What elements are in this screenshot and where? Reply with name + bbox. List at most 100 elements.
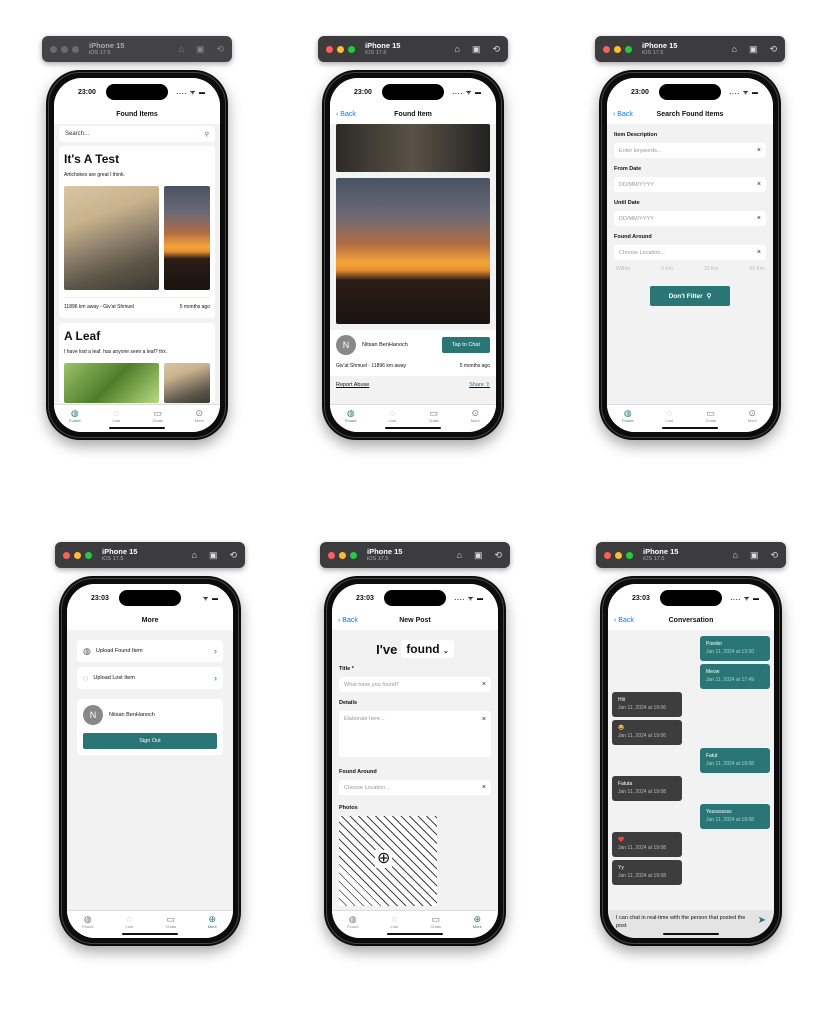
rotate-icon[interactable]: ⟲ bbox=[494, 550, 502, 561]
screenshot-icon[interactable]: ▣ bbox=[196, 44, 205, 55]
found-around-label: Found Around bbox=[614, 234, 652, 240]
back-button[interactable]: ‹ Back bbox=[614, 612, 634, 630]
tab-found[interactable]: ◍ Found bbox=[613, 408, 643, 432]
zoom-dot[interactable] bbox=[72, 45, 79, 53]
simulator-conversation: iPhone 15 iOS 17.5 ⌂ ▣ ⟲ 23:03 .... ᯤ ▬ ‹ Ba… bbox=[596, 542, 788, 952]
upload-lost-item-button[interactable]: ◌ Upload Lost Item › bbox=[77, 667, 223, 689]
home-icon[interactable]: ⌂ bbox=[455, 44, 460, 55]
rotate-icon[interactable]: ⟲ bbox=[216, 44, 224, 55]
close-dot[interactable] bbox=[603, 45, 610, 53]
tab-more[interactable]: ⊙ More bbox=[460, 408, 490, 432]
minimize-dot[interactable] bbox=[614, 45, 621, 53]
rotate-icon[interactable]: ⟲ bbox=[769, 44, 777, 55]
close-dot[interactable] bbox=[328, 551, 335, 559]
sign-out-button[interactable]: Sign Out bbox=[83, 733, 217, 749]
location-input[interactable]: Choose Location... × bbox=[339, 780, 491, 795]
minimize-dot[interactable] bbox=[74, 551, 81, 559]
avatar: N bbox=[336, 335, 356, 355]
close-dot[interactable] bbox=[604, 551, 611, 559]
tab-found[interactable]: ◍ Found bbox=[60, 408, 90, 432]
list-item[interactable]: It's A Test Artichokes are great I think… bbox=[59, 146, 215, 318]
post-type-select[interactable]: found ⌄ bbox=[401, 640, 454, 658]
tab-more[interactable]: ⊙ More bbox=[184, 408, 214, 432]
page-title: Search Found Items bbox=[656, 111, 724, 118]
clear-icon: × bbox=[756, 147, 761, 154]
tab-found[interactable]: ◍ Found bbox=[336, 408, 366, 432]
close-dot[interactable] bbox=[326, 45, 333, 53]
screenshot-icon[interactable]: ▣ bbox=[750, 550, 759, 561]
minimize-dot[interactable] bbox=[61, 45, 68, 53]
minimize-dot[interactable] bbox=[339, 551, 346, 559]
location-input[interactable]: Choose Location... × bbox=[614, 245, 766, 260]
status-icons: ᯤ ▬ bbox=[202, 596, 219, 602]
title-label: Title * bbox=[339, 666, 354, 672]
message-received: Hiii Jan 11, 2024 at 19:06 bbox=[612, 692, 682, 717]
item-photo bbox=[164, 186, 210, 290]
from-date-input[interactable]: DD/MM/YYYY × bbox=[614, 177, 766, 192]
page-title: Conversation bbox=[668, 617, 714, 624]
radius-selector[interactable]: Within 5 Km 15 Km 50 Km bbox=[616, 266, 764, 272]
tab-more[interactable]: ⊕ More bbox=[462, 914, 492, 938]
back-button[interactable]: ‹ Back bbox=[338, 612, 358, 630]
message-sent: Meow Jan 11, 2024 at 17:49 bbox=[700, 664, 770, 689]
zoom-dot[interactable] bbox=[626, 551, 633, 559]
screenshot-icon[interactable]: ▣ bbox=[474, 550, 483, 561]
message-input[interactable]: I can chat in real-time with the person … bbox=[616, 915, 754, 930]
zoom-dot[interactable] bbox=[625, 45, 632, 53]
simulator-found-items: iPhone 15 iOS 17.5 ⌂ ▣ ⟲ 23:00 .... ᯤ ▬ Foun… bbox=[42, 36, 234, 446]
details-textarea[interactable]: Elaborate here... × bbox=[339, 711, 491, 757]
add-photo-icon: ⊕ bbox=[375, 850, 393, 868]
screenshot-icon[interactable]: ▣ bbox=[472, 44, 481, 55]
report-abuse-link[interactable]: Report Abuse bbox=[336, 382, 369, 388]
until-date-input[interactable]: DD/MM/YYYY × bbox=[614, 211, 766, 226]
zoom-dot[interactable] bbox=[348, 45, 355, 53]
os-version: iOS 17.5 bbox=[89, 49, 111, 56]
rotate-icon[interactable]: ⟲ bbox=[492, 44, 500, 55]
tap-to-chat-button[interactable]: Tap to Chat bbox=[441, 337, 490, 353]
upload-found-item-button[interactable]: ◍ Upload Found Item › bbox=[77, 640, 223, 662]
share-link[interactable]: Share ⇪ bbox=[469, 382, 490, 388]
chevron-right-icon: › bbox=[214, 646, 217, 656]
tab-found[interactable]: ◍ Found bbox=[73, 914, 103, 938]
home-icon[interactable]: ⌂ bbox=[732, 44, 737, 55]
description-input[interactable]: Enter keywords... × bbox=[614, 143, 766, 158]
zoom-dot[interactable] bbox=[350, 551, 357, 559]
screenshot-icon[interactable]: ▣ bbox=[749, 44, 758, 55]
home-icon[interactable]: ⌂ bbox=[733, 550, 738, 561]
item-title: It's A Test bbox=[64, 152, 120, 166]
close-dot[interactable] bbox=[50, 45, 57, 53]
details-label: Details bbox=[339, 700, 358, 706]
home-icon[interactable]: ⌂ bbox=[179, 44, 184, 55]
minimize-dot[interactable] bbox=[337, 45, 344, 53]
chat-icon: ▭ bbox=[706, 408, 715, 418]
title-input[interactable]: What have you found? × bbox=[339, 677, 491, 692]
globe-icon: ◍ bbox=[346, 408, 355, 418]
device-name: iPhone 15 bbox=[642, 41, 678, 50]
os-version: iOS 17.5 bbox=[367, 555, 389, 562]
rotate-icon[interactable]: ⟲ bbox=[770, 550, 778, 561]
planet-icon: ◌ bbox=[126, 914, 132, 924]
send-icon[interactable]: ➤ bbox=[758, 915, 766, 926]
zoom-dot[interactable] bbox=[85, 551, 92, 559]
item-age: 5 months ago bbox=[459, 363, 490, 369]
status-time: 23:00 bbox=[354, 89, 372, 96]
rotate-icon[interactable]: ⟲ bbox=[229, 550, 237, 561]
screenshot-icon[interactable]: ▣ bbox=[209, 550, 218, 561]
tab-bar: ◍ Found ◌ Lost ▭ Chats ⊙ More bbox=[54, 404, 220, 432]
tab-more[interactable]: ⊕ More bbox=[197, 914, 227, 938]
minimize-dot[interactable] bbox=[615, 551, 622, 559]
search-bar[interactable]: Search... ⚲ bbox=[59, 126, 215, 142]
dont-filter-button[interactable]: Don't Filter ⚲ bbox=[650, 286, 730, 306]
home-icon[interactable]: ⌂ bbox=[457, 550, 462, 561]
back-button[interactable]: ‹ Back bbox=[613, 106, 633, 124]
home-icon[interactable]: ⌂ bbox=[192, 550, 197, 561]
item-photo bbox=[336, 124, 490, 172]
add-photo-button[interactable]: ⊕ bbox=[339, 816, 437, 906]
status-icons: .... ᯤ ▬ bbox=[452, 90, 482, 96]
screen: 23:03 .... ᯤ ▬ ‹ Back Conversation Poeder J… bbox=[608, 584, 774, 938]
back-button[interactable]: ‹ Back bbox=[336, 106, 356, 124]
tab-found[interactable]: ◍ Found bbox=[338, 914, 368, 938]
list-item[interactable]: A Leaf I have lost a leaf. has anyone se… bbox=[59, 323, 215, 403]
close-dot[interactable] bbox=[63, 551, 70, 559]
tab-more[interactable]: ⊙ More bbox=[737, 408, 767, 432]
